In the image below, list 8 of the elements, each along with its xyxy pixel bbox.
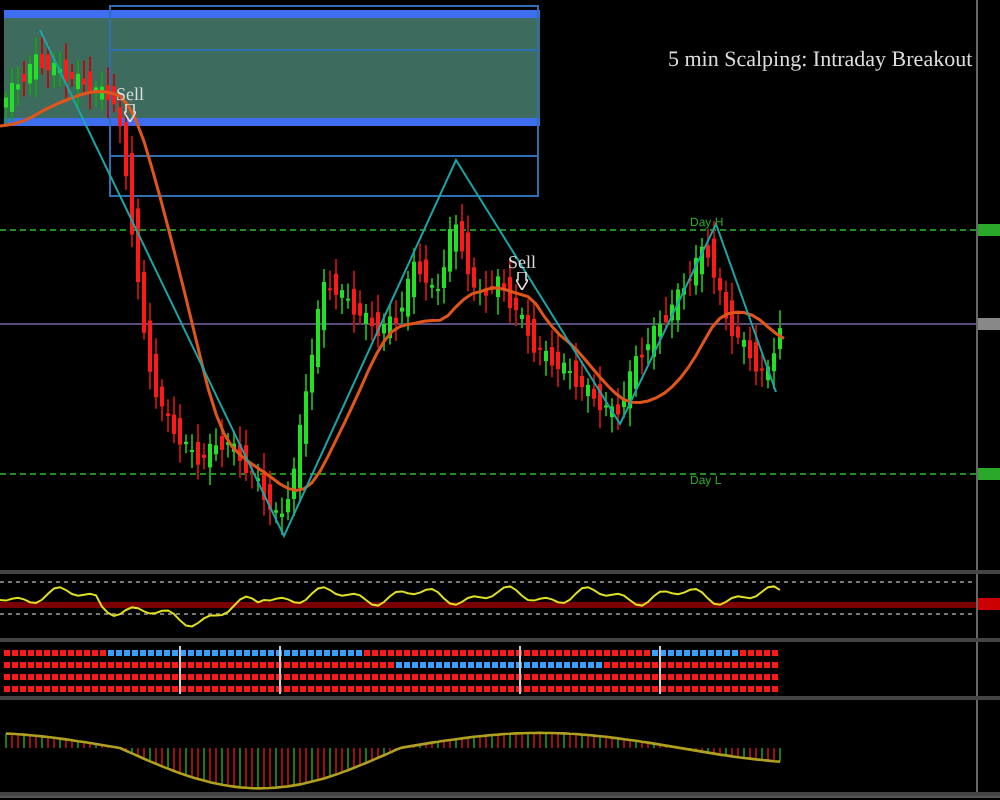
signal-label: Sell — [116, 84, 145, 104]
chart-title: 5 min Scalping: Intraday Breakout — [668, 48, 973, 72]
down-arrow-icon — [516, 272, 528, 290]
price-marker — [978, 318, 1000, 330]
price-marker — [978, 598, 1000, 610]
price-marker — [978, 224, 1000, 236]
price-marker — [978, 468, 1000, 480]
down-arrow-icon — [124, 104, 136, 122]
